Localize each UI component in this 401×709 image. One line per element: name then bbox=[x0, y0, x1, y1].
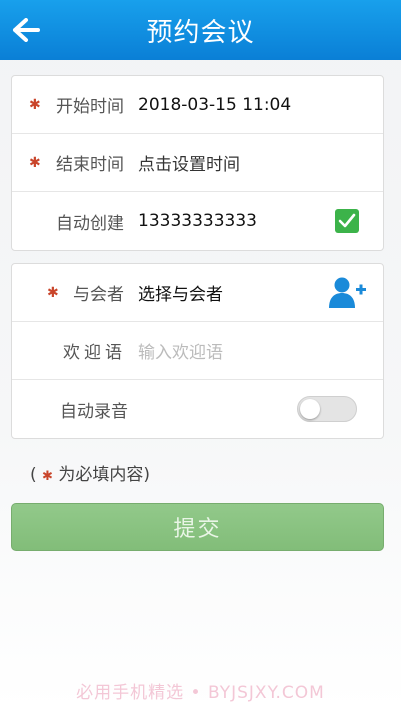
required-marker: ✱ bbox=[29, 154, 41, 171]
page-title: 预约会议 bbox=[146, 17, 255, 48]
top-bar: 预约会议 bbox=[0, 0, 401, 60]
add-participant-button[interactable] bbox=[327, 275, 367, 311]
auto-create-row: 自动创建 13333333333 bbox=[12, 192, 383, 250]
end-time-label: 结束时间 bbox=[56, 155, 124, 175]
required-note: ( ✱ 为必填内容) bbox=[30, 460, 150, 485]
auto-create-value: 13333333333 bbox=[138, 211, 257, 231]
meeting-options-card: ✱ 与会者 选择与会者 欢迎语 输入欢迎语 自动录音 bbox=[11, 263, 384, 439]
required-marker: ✱ bbox=[47, 284, 59, 301]
end-time-row[interactable]: ✱ 结束时间 点击设置时间 bbox=[12, 134, 383, 192]
person-add-icon bbox=[329, 277, 366, 308]
participants-label: 与会者 bbox=[73, 285, 124, 305]
start-time-row[interactable]: ✱ 开始时间 2018-03-15 11:04 bbox=[12, 76, 383, 134]
auto-record-toggle[interactable] bbox=[297, 396, 357, 422]
note-text: 为必填内容) bbox=[58, 465, 150, 485]
end-time-value[interactable]: 点击设置时间 bbox=[138, 150, 240, 175]
auto-create-label: 自动创建 bbox=[56, 213, 124, 234]
required-marker: ✱ bbox=[29, 96, 41, 113]
start-time-label: 开始时间 bbox=[56, 97, 124, 117]
auto-record-row: 自动录音 bbox=[12, 380, 383, 438]
note-open: ( bbox=[30, 465, 37, 485]
participants-value[interactable]: 选择与会者 bbox=[138, 280, 223, 305]
back-button[interactable] bbox=[8, 12, 44, 48]
watermark: 必用手机精选 • BYJSJXY.COM bbox=[76, 683, 325, 703]
check-icon bbox=[338, 213, 356, 228]
meeting-time-card: ✱ 开始时间 2018-03-15 11:04 ✱ 结束时间 点击设置时间 自动… bbox=[11, 75, 384, 251]
start-time-value[interactable]: 2018-03-15 11:04 bbox=[138, 95, 291, 115]
submit-button[interactable]: 提交 bbox=[11, 503, 384, 551]
arrow-left-icon bbox=[13, 18, 40, 42]
welcome-label: 欢迎语 bbox=[63, 343, 126, 363]
welcome-input[interactable]: 输入欢迎语 bbox=[138, 338, 223, 363]
toggle-knob bbox=[300, 399, 320, 419]
welcome-row: 欢迎语 输入欢迎语 bbox=[12, 322, 383, 380]
auto-create-checkbox[interactable] bbox=[335, 209, 359, 233]
participants-row[interactable]: ✱ 与会者 选择与会者 bbox=[12, 264, 383, 322]
required-marker: ✱ bbox=[42, 469, 53, 484]
auto-record-label: 自动录音 bbox=[60, 401, 128, 422]
